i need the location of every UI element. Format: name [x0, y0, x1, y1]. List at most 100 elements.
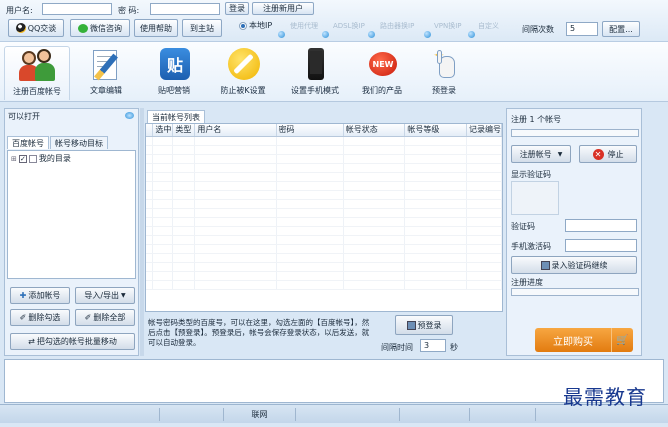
folder-icon — [28, 154, 37, 163]
table-row[interactable] — [146, 226, 502, 236]
delete-all-button[interactable]: ✐ 删除全部 — [75, 309, 135, 326]
account-tree: ⊞ ✓ 我的目录 — [7, 150, 136, 279]
table-row[interactable] — [146, 154, 502, 164]
tab-baidu-accounts[interactable]: 百度帐号 — [7, 136, 49, 149]
status-segment — [400, 408, 470, 421]
captcha-display-label: 显示验证码 — [511, 170, 551, 179]
col-username[interactable]: 用户名 — [194, 124, 277, 137]
table-row[interactable] — [146, 271, 502, 281]
status-segment — [0, 408, 160, 421]
prelogin-button[interactable]: 预登录 — [395, 315, 453, 335]
wechat-button[interactable]: 微信咨询 — [70, 19, 130, 37]
buy-now-button[interactable]: 立即购买 🛒 — [535, 328, 633, 352]
register-progress-label: 注册进度 — [511, 278, 543, 287]
sms-code-label: 手机激活码 — [511, 242, 551, 251]
tool-anti-k-settings[interactable]: 防止被K设置 — [212, 46, 274, 100]
home-site-button[interactable]: 到主站 — [182, 19, 222, 37]
col-level[interactable]: 帐号等级 — [404, 124, 467, 137]
col-selected[interactable]: 选中 — [152, 124, 174, 137]
sms-code-input[interactable] — [565, 239, 637, 252]
interval-time-input[interactable]: 3 — [420, 339, 446, 352]
password-input[interactable] — [150, 3, 220, 15]
eraser-icon: ✐ — [84, 313, 92, 322]
register-account-button[interactable]: 注册帐号 ▼ — [511, 145, 571, 163]
ip-option-3[interactable]: 路由器换IP — [380, 21, 414, 31]
table-row[interactable] — [146, 190, 502, 200]
register-new-user-button[interactable]: 注册新用户 — [252, 2, 314, 15]
checkbox-icon[interactable]: ✓ — [18, 154, 27, 163]
wrench-icon — [224, 46, 262, 82]
status-segment — [160, 408, 224, 421]
table-row[interactable] — [146, 235, 502, 245]
table-row[interactable] — [146, 163, 502, 173]
captcha-input[interactable] — [565, 219, 637, 232]
left-panel-header: 可以打开 — [5, 109, 138, 123]
table-row[interactable] — [146, 199, 502, 209]
interval-count-value: 5 — [570, 24, 576, 33]
col-type[interactable]: 类型 — [172, 124, 196, 137]
table-row[interactable] — [146, 244, 502, 254]
table-row[interactable] — [146, 181, 502, 191]
tab-move-target[interactable]: 帐号移动目标 — [50, 136, 108, 149]
tool-tieba-marketing[interactable]: 贴 贴吧营销 — [144, 46, 204, 100]
confirm-captcha-button[interactable]: 录入验证码继续 — [511, 256, 637, 274]
prelogin-label: 预登录 — [417, 320, 442, 330]
import-export-button[interactable]: 导入/导出 ▼ — [75, 287, 135, 304]
table-row[interactable] — [146, 172, 502, 182]
table-row[interactable] — [146, 217, 502, 227]
add-account-button[interactable]: ✚ 添加帐号 — [10, 287, 70, 304]
table-row[interactable] — [146, 136, 502, 146]
expand-icon[interactable]: ⊞ — [11, 155, 17, 163]
table-row[interactable] — [146, 253, 502, 263]
ip-option-5[interactable]: 自定义 — [478, 21, 499, 31]
table-row[interactable] — [146, 208, 502, 218]
help-button[interactable]: 使用帮助 — [134, 19, 178, 37]
table-row[interactable] — [146, 280, 502, 290]
center-panel: 当前帐号列表 选中 类型 用户名 密码 帐号状态 帐号等级 记录编号 帐号密码类… — [145, 108, 503, 356]
tool-label: 我们的产品 — [362, 86, 402, 95]
tool-register-baidu[interactable]: 注册百度帐号 — [4, 46, 70, 100]
splitter[interactable] — [140, 108, 144, 356]
col-password[interactable]: 密码 — [276, 124, 344, 137]
tool-article-edit[interactable]: 文章编辑 — [76, 46, 136, 100]
tieba-icon: 贴 — [155, 46, 193, 82]
table-row[interactable] — [146, 262, 502, 272]
radio-local-ip[interactable] — [239, 21, 247, 30]
batch-move-button[interactable]: ⇄ 把勾选的帐号批量移动 — [10, 333, 135, 350]
tool-label: 贴吧营销 — [158, 86, 190, 95]
delete-checked-button[interactable]: ✐ 删除勾选 — [10, 309, 70, 326]
col-record-id[interactable]: 记录编号 — [466, 124, 502, 137]
right-panel: 注册 1 个帐号 注册帐号 ▼ ✕ 停止 显示验证码 验证码 手机激活码 录入验证… — [506, 108, 642, 356]
edit-icon — [87, 46, 125, 82]
ip-option-1[interactable]: 使用代理 — [290, 21, 318, 31]
qq-chat-button[interactable]: QQ交谈 — [8, 19, 64, 37]
accounts-grid: 选中 类型 用户名 密码 帐号状态 帐号等级 记录编号 — [146, 124, 502, 290]
config-button[interactable]: 配置... — [602, 21, 640, 37]
import-export-label: 导入/导出 — [84, 291, 120, 300]
register-progress-bar — [511, 129, 639, 137]
ip-hint-icon — [368, 31, 375, 38]
top-bar: 用户名: 密 码: 登录 注册新用户 QQ交谈 微信咨询 使用帮助 到主站 本地… — [0, 0, 668, 42]
stop-icon: ✕ — [592, 148, 604, 160]
tool-phone-mode[interactable]: 设置手机模式 — [284, 46, 346, 100]
dropdown-arrow-icon: ▼ — [557, 150, 563, 158]
table-row[interactable] — [146, 145, 502, 155]
interval-count-input[interactable]: 5 — [566, 22, 598, 36]
tab-current-accounts[interactable]: 当前帐号列表 — [147, 110, 205, 123]
collapse-icon[interactable] — [125, 112, 134, 119]
tool-our-products[interactable]: NEW 我们的产品 — [354, 46, 410, 100]
ip-local-option[interactable]: 本地IP — [239, 20, 272, 31]
stop-button[interactable]: ✕ 停止 — [579, 145, 637, 163]
col-status[interactable]: 帐号状态 — [343, 124, 406, 137]
tree-item-root[interactable]: ⊞ ✓ 我的目录 — [8, 151, 135, 166]
username-input[interactable] — [42, 3, 112, 15]
delete-all-label: 删除全部 — [93, 313, 126, 322]
login-button[interactable]: 登录 — [225, 2, 249, 15]
ip-option-2[interactable]: ADSL换IP — [333, 21, 365, 31]
tool-prelogin[interactable]: ✦ 预登录 — [418, 46, 470, 100]
prelogin-icon — [406, 320, 416, 330]
add-account-label: 添加帐号 — [28, 291, 61, 300]
seconds-label: 秒 — [450, 343, 458, 352]
tool-label: 文章编辑 — [90, 86, 122, 95]
ip-option-4[interactable]: VPN换IP — [434, 21, 462, 31]
